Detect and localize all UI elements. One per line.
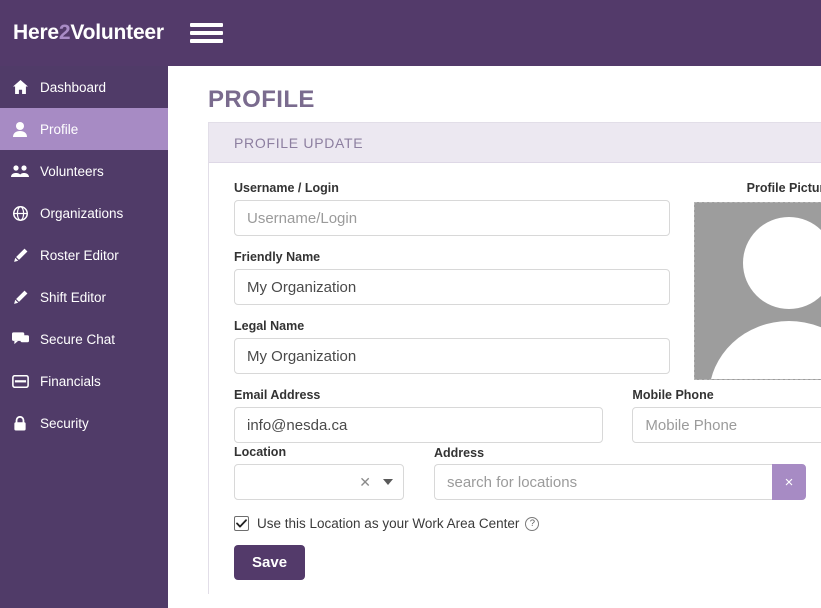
friendly-name-input[interactable]: [234, 269, 670, 305]
hamburger-bar: [190, 23, 223, 27]
profile-picture-label: Profile Picture: [679, 181, 821, 195]
pencil-icon: [0, 290, 40, 305]
sidebar-item-secure-chat[interactable]: Secure Chat: [0, 318, 168, 360]
sidebar-item-label: Financials: [40, 374, 101, 389]
lock-icon: [0, 416, 40, 431]
sidebar-item-volunteers[interactable]: Volunteers: [0, 150, 168, 192]
app-logo[interactable]: Here2Volunteer: [13, 21, 164, 45]
avatar-body: [709, 321, 821, 380]
contact-row: Email Address Mobile Phone: [234, 388, 821, 443]
location-select[interactable]: ✕: [234, 464, 404, 500]
mobile-phone-input[interactable]: [632, 407, 821, 443]
sidebar-item-label: Secure Chat: [40, 332, 115, 347]
mobile-field-group: Mobile Phone: [632, 388, 821, 443]
home-icon: [0, 80, 40, 94]
sidebar-item-organizations[interactable]: Organizations: [0, 192, 168, 234]
main-content: PROFILE PROFILE UPDATE Username / Login …: [168, 66, 821, 608]
chevron-down-icon[interactable]: [383, 479, 393, 485]
close-icon: ×: [785, 474, 794, 491]
email-label: Email Address: [234, 388, 603, 402]
question-mark-icon[interactable]: ?: [525, 517, 539, 531]
sidebar-item-profile[interactable]: Profile: [0, 108, 168, 150]
avatar-head: [743, 217, 821, 309]
username-label: Username / Login: [234, 181, 670, 195]
profile-picture-block: Profile Picture: [679, 181, 821, 380]
location-row: Location ✕ Address ×: [234, 445, 821, 500]
location-field-group: Location ✕: [234, 445, 404, 500]
sidebar-item-label: Security: [40, 416, 89, 431]
address-label: Address: [434, 446, 484, 460]
sidebar-item-label: Profile: [40, 122, 78, 137]
legal-name-input[interactable]: [234, 338, 670, 374]
people-icon: [0, 165, 40, 177]
address-field-group: Address ×: [434, 464, 806, 500]
username-input[interactable]: [234, 200, 670, 236]
location-label: Location: [234, 445, 404, 459]
sidebar-item-label: Dashboard: [40, 80, 106, 95]
brand-suffix: Volunteer: [70, 21, 164, 44]
x-icon[interactable]: ✕: [359, 475, 371, 489]
hamburger-icon[interactable]: [190, 20, 223, 46]
address-clear-button[interactable]: ×: [772, 464, 806, 500]
legal-name-field-group: Legal Name: [234, 319, 670, 374]
friendly-name-field-group: Friendly Name: [234, 250, 670, 305]
legal-name-label: Legal Name: [234, 319, 670, 333]
save-button[interactable]: Save: [234, 545, 305, 580]
app-root: Here2Volunteer Dashboard Profile Volunte…: [0, 0, 821, 608]
sidebar-item-dashboard[interactable]: Dashboard: [0, 66, 168, 108]
sidebar-nav: Dashboard Profile Volunteers Organizatio…: [0, 66, 168, 608]
sidebar-item-label: Organizations: [40, 206, 123, 221]
panel-header-title: PROFILE UPDATE: [234, 135, 363, 151]
sidebar-item-shift-editor[interactable]: Shift Editor: [0, 276, 168, 318]
hamburger-bar: [190, 31, 223, 35]
profile-picture-avatar[interactable]: [694, 202, 821, 380]
globe-icon: [0, 206, 40, 221]
work-area-checkbox[interactable]: [234, 516, 249, 531]
brand-prefix: Here: [13, 21, 59, 44]
sidebar-item-roster-editor[interactable]: Roster Editor: [0, 234, 168, 276]
sidebar-item-financials[interactable]: Financials: [0, 360, 168, 402]
sidebar-item-label: Volunteers: [40, 164, 104, 179]
work-area-checkbox-row: Use this Location as your Work Area Cent…: [234, 516, 821, 531]
friendly-name-label: Friendly Name: [234, 250, 670, 264]
email-field-group: Email Address: [234, 388, 603, 443]
profile-update-panel: PROFILE UPDATE Username / Login Friendly…: [208, 122, 821, 594]
panel-header: PROFILE UPDATE: [209, 123, 821, 163]
work-area-checkbox-label: Use this Location as your Work Area Cent…: [257, 516, 519, 531]
mobile-label: Mobile Phone: [632, 388, 821, 402]
sidebar-item-label: Roster Editor: [40, 248, 119, 263]
sidebar-item-security[interactable]: Security: [0, 402, 168, 444]
credit-card-icon: [0, 375, 40, 388]
chat-icon: [0, 332, 40, 346]
brand-accent: 2: [59, 21, 70, 44]
hamburger-bar: [190, 39, 223, 43]
panel-body: Username / Login Friendly Name Legal Nam…: [209, 163, 821, 594]
email-field[interactable]: [234, 407, 603, 443]
address-search-input[interactable]: [434, 464, 772, 500]
pencil-icon: [0, 248, 40, 263]
sidebar-item-label: Shift Editor: [40, 290, 106, 305]
person-icon: [0, 122, 40, 137]
checkmark-icon: [236, 519, 247, 528]
top-bar: Here2Volunteer: [0, 0, 821, 66]
username-field-group: Username / Login: [234, 181, 670, 236]
page-title: PROFILE: [208, 86, 821, 114]
